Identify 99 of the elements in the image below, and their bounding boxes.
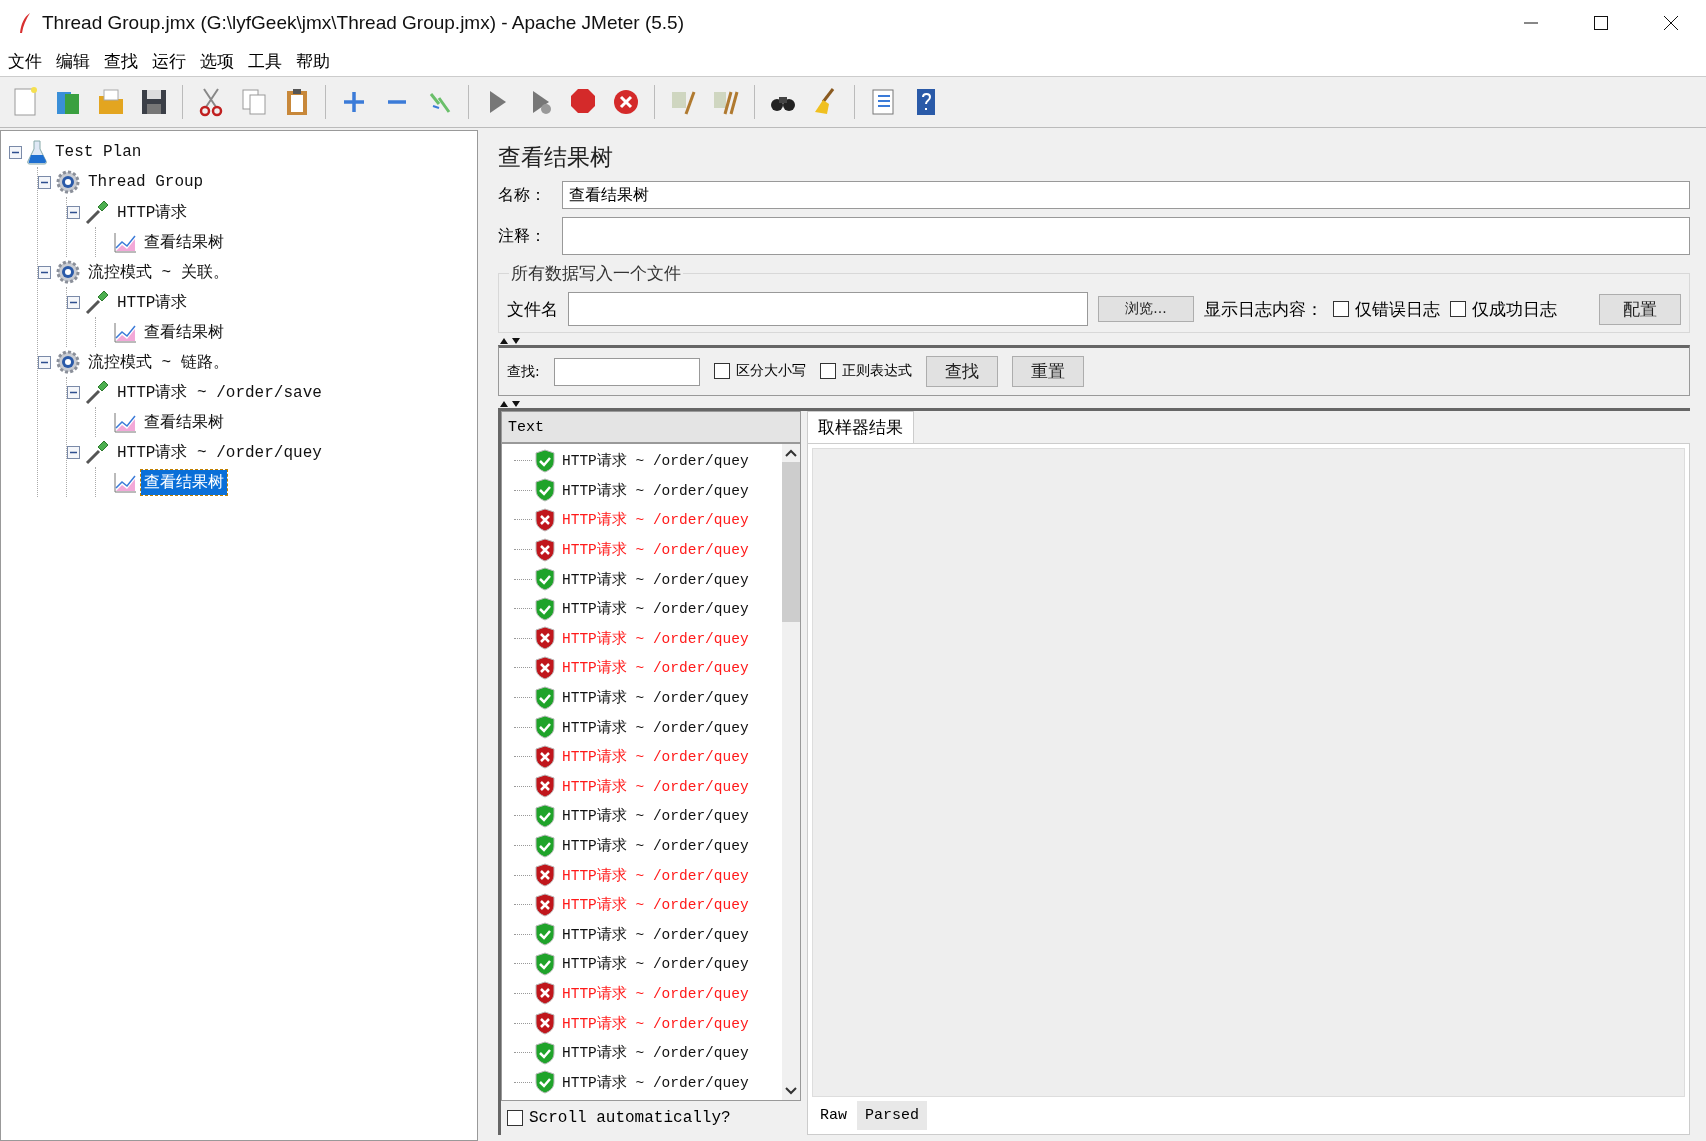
feather-icon bbox=[18, 12, 32, 34]
collapse-icon[interactable] bbox=[38, 355, 51, 369]
result-item[interactable]: HTTP请求 ~ /order/quey bbox=[562, 984, 749, 1003]
checkbox-label: Scroll automatically? bbox=[529, 1109, 731, 1127]
chart-icon bbox=[113, 411, 137, 433]
tree-item[interactable]: HTTP请求 bbox=[114, 289, 191, 315]
result-item[interactable]: HTTP请求 ~ /order/quey bbox=[562, 1043, 749, 1063]
filename-field[interactable] bbox=[568, 292, 1088, 326]
result-item[interactable]: HTTP请求 ~ /order/quey bbox=[562, 658, 749, 678]
menu-item[interactable]: 工具 bbox=[248, 49, 282, 73]
scroll-down-icon[interactable] bbox=[784, 1086, 798, 1096]
checkbox[interactable] bbox=[1333, 301, 1349, 317]
menu-item[interactable]: 运行 bbox=[152, 49, 186, 73]
collapse-icon[interactable] bbox=[9, 145, 22, 159]
configure-button[interactable]: 配置 bbox=[1599, 293, 1681, 325]
menu-item[interactable]: 查找 bbox=[104, 49, 138, 73]
result-item[interactable]: HTTP请求 ~ /order/quey bbox=[562, 480, 749, 500]
result-item[interactable]: HTTP请求 ~ /order/quey bbox=[562, 806, 749, 826]
field-label: 名称： bbox=[498, 184, 547, 206]
result-item[interactable]: HTTP请求 ~ /order/quey bbox=[562, 836, 749, 855]
menu-item[interactable]: 选项 bbox=[200, 49, 234, 73]
menu-item[interactable]: 编辑 bbox=[56, 49, 90, 73]
result-item[interactable]: HTTP请求 ~ /order/quey bbox=[562, 776, 749, 796]
reset-button[interactable]: 重置 bbox=[1011, 356, 1084, 387]
tree-item[interactable]: 查看结果树 bbox=[141, 409, 227, 435]
tree-item[interactable]: Thread Group bbox=[85, 171, 207, 193]
window-title: Thread Group.jmx (G:\lyfGeek\jmx\Thread Group.jmx) - Apache JMeter (5.5) bbox=[42, 12, 684, 34]
result-item[interactable]: HTTP请求 ~ /order/quey bbox=[562, 540, 749, 560]
tree-item[interactable]: 查看结果树 bbox=[141, 319, 227, 345]
maximize-icon[interactable] bbox=[1594, 16, 1608, 30]
scroll-up-icon[interactable] bbox=[784, 448, 798, 458]
field-label: 注释： bbox=[498, 225, 547, 247]
collapse-icon[interactable] bbox=[67, 385, 80, 399]
checkbox-label: 区分大小写 bbox=[735, 361, 806, 380]
tree-item[interactable]: 查看结果树 bbox=[141, 469, 227, 495]
checkbox[interactable] bbox=[713, 362, 730, 379]
tree-item[interactable]: HTTP请求 ~ /order/save bbox=[114, 379, 325, 405]
panel-title: 查看结果树 bbox=[498, 143, 614, 172]
pipette-icon bbox=[84, 199, 110, 225]
result-item[interactable]: HTTP请求 ~ /order/quey bbox=[562, 924, 749, 944]
result-item[interactable]: HTTP请求 ~ /order/quey bbox=[562, 895, 749, 915]
chart-icon bbox=[113, 231, 137, 253]
chart-icon bbox=[113, 321, 137, 343]
result-item[interactable]: HTTP请求 ~ /order/quey bbox=[562, 1013, 749, 1033]
collapse-icon[interactable] bbox=[38, 175, 51, 189]
group-title: 所有数据写入一个文件 bbox=[509, 262, 683, 285]
checkbox[interactable] bbox=[819, 362, 836, 379]
gear-icon bbox=[55, 259, 81, 285]
gear-icon bbox=[55, 169, 81, 195]
checkbox-label: 正则表达式 bbox=[841, 361, 912, 380]
checkbox[interactable] bbox=[1450, 301, 1466, 317]
splitter-arrows-icon[interactable] bbox=[498, 400, 522, 408]
result-item[interactable]: HTTP请求 ~ /order/quey bbox=[562, 954, 749, 974]
field-label: 文件名 bbox=[507, 297, 558, 321]
pipette-icon bbox=[84, 379, 110, 405]
search-field[interactable] bbox=[553, 357, 700, 386]
pipette-icon bbox=[84, 289, 110, 315]
scrollbar[interactable] bbox=[782, 444, 800, 1100]
result-item[interactable]: HTTP请求 ~ /order/quey bbox=[562, 865, 749, 885]
renderer-dropdown[interactable]: Text bbox=[501, 411, 801, 443]
pipette-icon bbox=[84, 439, 110, 465]
checkbox-label: 仅错误日志 bbox=[1355, 297, 1440, 321]
browse-button[interactable]: 浏览... bbox=[1098, 296, 1194, 322]
flask-icon bbox=[26, 139, 48, 165]
checkbox-label: 仅成功日志 bbox=[1472, 297, 1557, 321]
menu-item[interactable]: 帮助 bbox=[296, 49, 330, 73]
tree-item[interactable]: 查看结果树 bbox=[141, 229, 227, 255]
result-item[interactable]: HTTP请求 ~ /order/quey bbox=[562, 717, 749, 737]
tree-item[interactable]: Test Plan bbox=[52, 141, 145, 163]
tree-item[interactable]: HTTP请求 bbox=[114, 199, 191, 225]
close-icon[interactable] bbox=[1664, 16, 1678, 30]
field-label: 查找: bbox=[507, 362, 540, 381]
result-item[interactable]: HTTP请求 ~ /order/quey bbox=[562, 688, 749, 708]
chart-icon bbox=[113, 471, 137, 493]
tree-item[interactable]: 流控模式 ~ 关联。 bbox=[85, 259, 232, 285]
collapse-icon[interactable] bbox=[67, 205, 80, 219]
result-item[interactable]: HTTP请求 ~ /order/quey bbox=[562, 1072, 749, 1092]
tab[interactable]: Parsed bbox=[857, 1101, 928, 1130]
result-item[interactable]: HTTP请求 ~ /order/quey bbox=[562, 569, 749, 589]
tree-item[interactable]: HTTP请求 ~ /order/quey bbox=[114, 439, 325, 465]
result-item[interactable]: HTTP请求 ~ /order/quey bbox=[562, 510, 749, 530]
scrollbar-thumb[interactable] bbox=[782, 462, 800, 622]
checkbox[interactable] bbox=[507, 1110, 523, 1126]
result-item[interactable]: HTTP请求 ~ /order/quey bbox=[562, 628, 749, 648]
collapse-icon[interactable] bbox=[67, 445, 80, 459]
tree-item[interactable]: 流控模式 ~ 链路。 bbox=[85, 349, 232, 375]
result-item[interactable]: HTTP请求 ~ /order/quey bbox=[562, 451, 749, 471]
gear-icon bbox=[55, 349, 81, 375]
comment-field[interactable] bbox=[562, 217, 1690, 255]
menu-item[interactable]: 文件 bbox=[8, 49, 42, 73]
splitter-arrows-icon[interactable] bbox=[498, 337, 522, 345]
collapse-icon[interactable] bbox=[67, 295, 80, 309]
field-label: 显示日志内容： bbox=[1204, 297, 1323, 321]
result-item[interactable]: HTTP请求 ~ /order/quey bbox=[562, 747, 749, 767]
find-button[interactable]: 查找 bbox=[925, 356, 998, 387]
result-item[interactable]: HTTP请求 ~ /order/quey bbox=[562, 599, 749, 619]
collapse-icon[interactable] bbox=[38, 265, 51, 279]
name-field[interactable]: 查看结果树 bbox=[562, 181, 1690, 209]
tab[interactable]: 取样器结果 bbox=[807, 411, 914, 443]
